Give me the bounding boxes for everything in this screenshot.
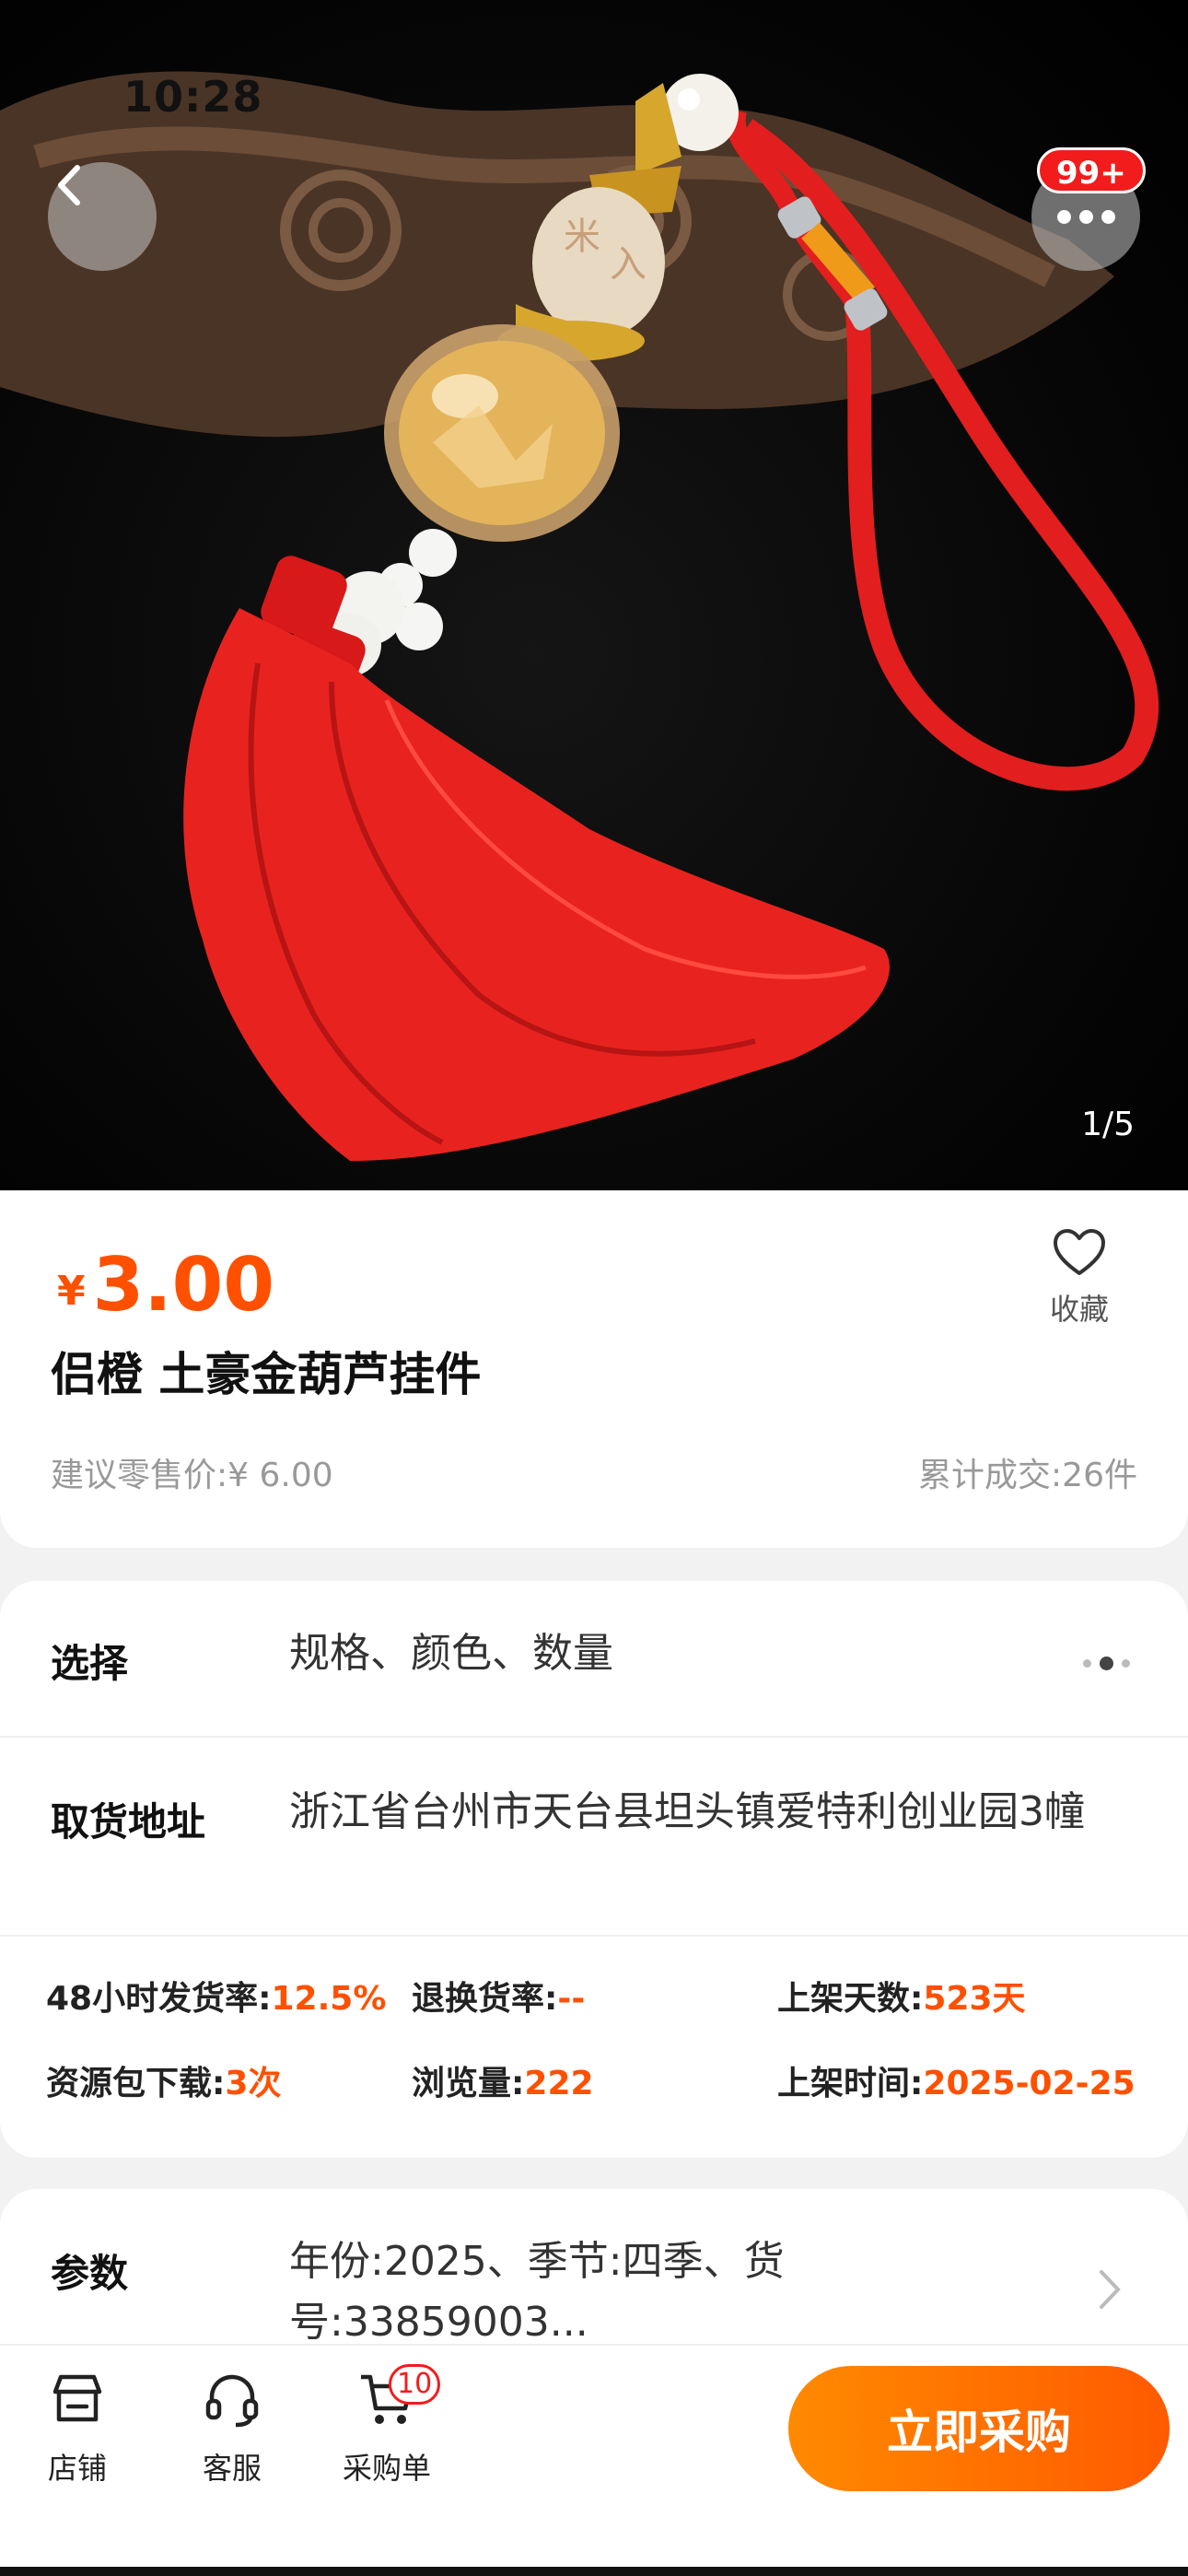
price: ¥3.00 <box>57 1242 274 1328</box>
price-card: ¥3.00 收藏 侣橙 土豪金葫芦挂件 建议零售价:¥ 6.00 累计成交:26… <box>0 1190 1188 1548</box>
store-icon <box>52 2374 102 2422</box>
heart-outline-icon <box>1054 1229 1105 1275</box>
select-value: 规格、颜色、数量 <box>289 1630 613 1677</box>
price-currency: ¥ <box>57 1268 86 1315</box>
product-image-gallery[interactable]: 米 入 10:28 99+ 1/5 <box>0 0 1188 1190</box>
stat-downloads: 资源包下载:3次 <box>46 2065 282 2102</box>
buy-now-button[interactable]: 立即采购 <box>788 2366 1170 2491</box>
headset-icon <box>205 2374 259 2428</box>
image-counter: 1/5 <box>1081 1106 1135 1143</box>
address-label: 取货地址 <box>51 1799 206 1844</box>
favorite-button[interactable]: 收藏 <box>1041 1227 1118 1329</box>
stat-return-rate: 退换货率:-- <box>412 1980 586 2018</box>
cart-count-badge: 10 <box>389 2364 441 2405</box>
more-options-icon <box>1083 1657 1130 1670</box>
cart-label: 采购单 <box>342 2451 431 2486</box>
stat-views: 浏览量:222 <box>412 2065 594 2102</box>
service-label: 客服 <box>202 2451 262 2486</box>
product-detail-page: 米 入 10:28 99+ 1/5 ¥ 3.00 收藏 侣橙 土豪金葫芦挂件 建… <box>0 0 1188 2576</box>
svg-text:入: 入 <box>610 243 646 286</box>
svg-text:米: 米 <box>564 216 600 258</box>
service-tab[interactable]: 客服 <box>177 2370 287 2488</box>
chevron-left-icon <box>58 165 80 205</box>
stat-ship-rate: 48小时发货率:12.5% <box>46 1980 387 2018</box>
params-value: 年份:2025、季节:四季、货号:33859003... <box>289 2238 785 2346</box>
address-value: 浙江省台州市天台县坦头镇爱特利创业园3幢 <box>289 1788 1085 1835</box>
chevron-right-icon <box>1100 2270 1121 2309</box>
more-dots-icon <box>1056 209 1115 224</box>
divider <box>0 1935 1188 1937</box>
stat-listed-date: 上架时间:2025-02-25 <box>777 2065 1136 2102</box>
message-badge: 99+ <box>1037 147 1146 193</box>
retail-price: 建议零售价:¥ 6.00 <box>51 1457 333 1494</box>
shop-label: 店铺 <box>47 2451 107 2486</box>
cart-tab[interactable]: 10 采购单 <box>332 2364 442 2488</box>
price-value: 3.00 <box>92 1242 275 1328</box>
bottom-action-bar: 店铺 客服 10 采购单 立即采购 <box>0 2344 1188 2576</box>
back-button[interactable] <box>48 162 157 271</box>
home-indicator <box>0 2567 1188 2576</box>
shop-tab[interactable]: 店铺 <box>22 2370 133 2488</box>
sold-count: 累计成交:26件 <box>918 1457 1137 1494</box>
params-label: 参数 <box>51 2251 129 2296</box>
product-photo: 米 入 <box>0 71 1159 1161</box>
info-card: 选择 规格、颜色、数量 取货地址 浙江省台州市天台县坦头镇爱特利创业园3幢 48… <box>0 1581 1188 2158</box>
status-bar-time: 10:28 <box>123 72 263 122</box>
favorite-label: 收藏 <box>1049 1292 1109 1327</box>
select-label: 选择 <box>51 1641 129 1686</box>
product-title: 侣橙 土豪金葫芦挂件 <box>51 1348 482 1401</box>
divider <box>0 1736 1188 1738</box>
stat-listed-days: 上架天数:523天 <box>777 1980 1026 2018</box>
